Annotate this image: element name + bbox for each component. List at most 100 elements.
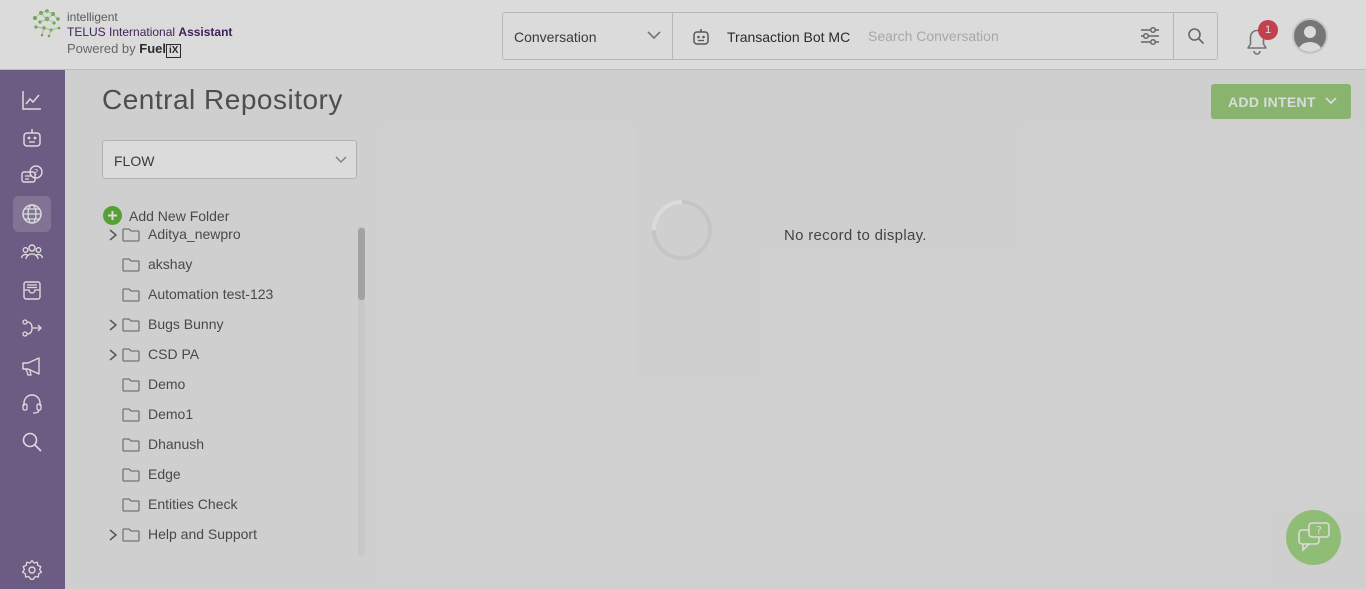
folder-icon	[122, 228, 140, 242]
search-scope-label: Conversation	[514, 29, 597, 45]
folder-scrollbar-thumb[interactable]	[358, 228, 365, 300]
settings-icon	[21, 559, 43, 580]
folder-name: Bugs Bunny	[148, 316, 224, 332]
user-silhouette-icon	[1298, 26, 1322, 52]
add-new-folder-button[interactable]: Add New Folder	[103, 206, 303, 226]
nav-campaigns[interactable]	[13, 348, 51, 384]
analytics-icon	[22, 91, 41, 110]
repository-type-value: FLOW	[114, 153, 155, 169]
folder-icon	[122, 438, 140, 452]
brand-powered-by: Powered by	[67, 41, 136, 56]
folder-name: Entities Check	[148, 496, 238, 512]
brand-ix: iX	[166, 44, 182, 58]
nav-faq[interactable]: ?	[13, 158, 51, 194]
add-new-folder-label: Add New Folder	[129, 208, 230, 224]
search-icon	[22, 432, 42, 452]
users-icon	[21, 244, 43, 260]
folder-icon	[122, 288, 140, 302]
folder-icon	[122, 348, 140, 362]
folder-item[interactable]: Demo	[102, 372, 352, 402]
folder-item[interactable]: Bugs Bunny	[102, 312, 352, 342]
global-search-bar: Conversation Transaction Bot MC	[502, 12, 1218, 60]
folder-name: Aditya_newpro	[148, 226, 241, 242]
flow-icon	[22, 319, 42, 337]
brand-line2: TELUS International Assistant	[67, 25, 232, 39]
faq-chat-icon: ?	[21, 165, 43, 183]
folder-name: Dhanush	[148, 436, 205, 452]
folder-name: Edge	[148, 466, 181, 482]
chevron-right-icon[interactable]	[108, 349, 118, 361]
empty-state-message: No record to display.	[784, 227, 927, 244]
nav-central-repository[interactable]	[13, 196, 51, 232]
add-intent-button[interactable]: ADD INTENT	[1211, 84, 1351, 119]
nav-flows[interactable]	[13, 310, 51, 346]
nav-settings[interactable]	[13, 552, 51, 588]
user-avatar[interactable]	[1292, 18, 1328, 54]
brand-line1: intelligent	[67, 10, 118, 24]
brand-logo[interactable]: intelligent TELUS International Assistan…	[30, 6, 270, 62]
folder-name: Demo	[148, 376, 186, 392]
bot-icon	[23, 129, 41, 147]
folder-icon	[122, 468, 140, 482]
repository-type-select[interactable]: FLOW	[102, 140, 357, 179]
nav-analytics[interactable]	[13, 82, 51, 118]
folder-icon	[122, 408, 140, 422]
plus-circle-icon	[103, 206, 122, 225]
filter-sliders-icon[interactable]	[1139, 25, 1161, 47]
nav-bots[interactable]	[13, 120, 51, 156]
help-chat-icon: ?	[1298, 522, 1330, 552]
search-button[interactable]	[1173, 13, 1218, 59]
folder-item[interactable]: Edge	[102, 462, 352, 492]
folder-name: akshay	[148, 256, 193, 272]
headset-icon	[22, 394, 42, 414]
folder-name: Demo1	[148, 406, 194, 422]
nav-users[interactable]	[13, 234, 51, 270]
folder-icon	[122, 498, 140, 512]
nav-live-agent[interactable]	[13, 386, 51, 422]
folder-icon	[122, 318, 140, 332]
folder-icon	[122, 258, 140, 272]
selected-bot-name[interactable]: Transaction Bot MC	[727, 29, 857, 45]
magnifier-icon	[1188, 28, 1205, 45]
folder-name: Automation test-123	[148, 286, 274, 302]
search-scope-select[interactable]: Conversation	[503, 13, 673, 59]
folder-item[interactable]: Aditya_newpro	[102, 226, 352, 252]
top-header: intelligent TELUS International Assistan…	[0, 0, 1366, 70]
notification-badge: 1	[1258, 20, 1278, 40]
folder-item[interactable]: CSD PA	[102, 342, 352, 372]
brand-line2-bold: Assistant	[178, 25, 233, 39]
folder-item[interactable]: akshay	[102, 252, 352, 282]
loading-spinner-icon	[652, 200, 712, 260]
chevron-right-icon[interactable]	[108, 529, 118, 541]
svg-text:?: ?	[1316, 524, 1322, 537]
help-chat-button[interactable]: ?	[1286, 510, 1341, 565]
add-intent-label: ADD INTENT	[1228, 94, 1316, 110]
folder-item[interactable]: Help and Support	[102, 522, 352, 552]
folder-item[interactable]: Demo1	[102, 402, 352, 432]
folder-item[interactable]: Automation test-123	[102, 282, 352, 312]
inbox-icon	[23, 281, 41, 300]
nav-search[interactable]	[13, 424, 51, 460]
nav-inbox[interactable]	[13, 272, 51, 308]
brand-mark-icon	[33, 9, 61, 38]
brand-line3: Powered by Fuel iX	[67, 41, 182, 58]
chevron-down-icon	[335, 156, 347, 164]
brand-line2-prefix: TELUS International	[67, 25, 176, 39]
chevron-right-icon[interactable]	[108, 229, 118, 241]
folder-item[interactable]: Entities Check	[102, 492, 352, 522]
folder-icon	[122, 528, 140, 542]
brand-fuel: Fuel	[139, 41, 167, 56]
svg-text:?: ?	[34, 168, 38, 177]
folder-icon	[122, 378, 140, 392]
chevron-down-icon	[647, 31, 661, 40]
folder-item[interactable]: Dhanush	[102, 432, 352, 462]
chevron-right-icon[interactable]	[108, 319, 118, 331]
search-input[interactable]	[868, 23, 1118, 49]
megaphone-icon	[22, 357, 40, 376]
folder-tree: Aditya_newpro akshay Automation test-123…	[102, 226, 366, 556]
page-title: Central Repository	[102, 84, 343, 115]
bot-icon	[693, 29, 709, 45]
left-nav-sidebar: ?	[0, 70, 65, 589]
folder-name: CSD PA	[148, 346, 200, 362]
chevron-down-icon	[1325, 97, 1337, 105]
